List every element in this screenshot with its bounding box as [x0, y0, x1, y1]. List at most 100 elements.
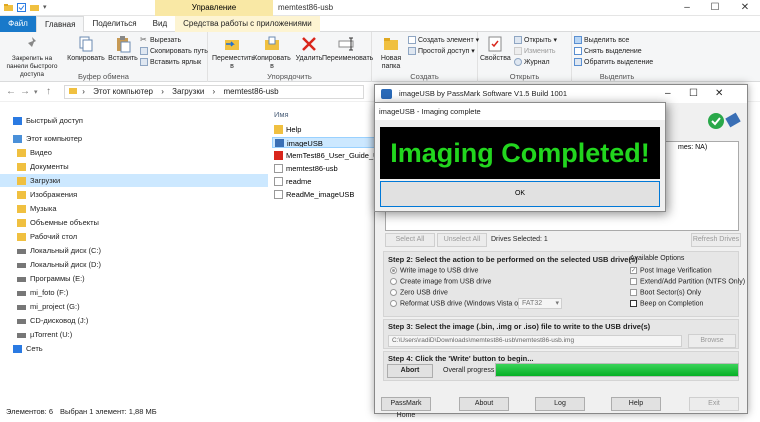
log-button[interactable]: Log	[535, 397, 585, 411]
breadcrumb-memtest[interactable]: memtest86-usb	[223, 87, 278, 96]
easy-access-button[interactable]: Простой доступ ▾	[408, 47, 475, 57]
refresh-drives-button[interactable]: Refresh Drives	[691, 233, 741, 247]
maximize-button[interactable]: ☐	[700, 0, 730, 16]
history-button[interactable]: Журнал	[514, 58, 550, 68]
properties-icon	[486, 35, 504, 53]
select-all-drives-button[interactable]: Select All	[385, 233, 435, 247]
move-to-button[interactable]: Переместить в	[212, 35, 255, 71]
radio-create-image[interactable]: Create image from USB drive	[390, 278, 491, 285]
drives-selected-label: Drives Selected: 1	[491, 236, 548, 243]
ok-button[interactable]: OK	[380, 181, 660, 207]
nav-item[interactable]: Загрузки	[0, 174, 268, 187]
nav-item[interactable]: Видео	[0, 146, 268, 159]
file-item[interactable]: readme	[272, 176, 380, 187]
checkbox-boot-sector[interactable]: Boot Sector(s) Only	[630, 289, 701, 296]
checkbox-post-verification[interactable]: ✓ Post Image Verification	[630, 267, 712, 274]
chevron-down-icon[interactable]: ▾	[43, 3, 52, 12]
copy-path-button[interactable]: Скопировать путь	[140, 47, 208, 57]
checkbox-icon: ✓	[630, 267, 637, 274]
minimize-button[interactable]: –	[672, 0, 702, 16]
exit-button[interactable]: Exit	[689, 397, 739, 411]
nav-item[interactable]: Документы	[0, 160, 268, 173]
rename-button[interactable]: Переименовать	[322, 35, 373, 63]
close-button[interactable]: ✕	[715, 85, 723, 103]
image-path-input[interactable]: C:\Users\radiD\Downloads\memtest86-usb\m…	[388, 335, 682, 347]
nav-item[interactable]: Изображения	[0, 188, 268, 201]
copy-to-button[interactable]: Копировать в	[252, 35, 292, 71]
address-box[interactable]: › Этот компьютер › Загрузки › memtest86-…	[64, 85, 364, 99]
file-item[interactable]: ReadMe_imageUSB	[272, 189, 380, 200]
nav-item[interactable]: Сеть	[0, 342, 268, 355]
nav-item[interactable]: µTorrent (U:)	[0, 328, 268, 341]
nav-item[interactable]: CD-дисковод (J:)	[0, 314, 268, 327]
new-item-button[interactable]: Создать элемент ▾	[408, 36, 479, 46]
step2-label: Step 2: Select the action to be performe…	[388, 255, 638, 264]
properties-button[interactable]: Свойства	[480, 35, 511, 63]
history-icon	[514, 58, 522, 67]
abort-button[interactable]: Abort	[387, 364, 433, 378]
radio-icon	[390, 278, 397, 285]
nav-item[interactable]: Быстрый доступ	[0, 114, 268, 127]
breadcrumb-this-pc[interactable]: Этот компьютер	[93, 87, 153, 96]
invert-selection-button[interactable]: Обратить выделение	[574, 58, 653, 68]
checkbox-extend-partition[interactable]: Extend/Add Partition (NTFS Only)	[630, 278, 745, 285]
radio-reformat-drive[interactable]: Reformat USB drive (Windows Vista or lat…	[390, 300, 538, 307]
back-arrow-icon[interactable]: ←	[6, 86, 16, 97]
up-arrow-icon[interactable]: ↑	[46, 86, 51, 97]
select-all-button[interactable]: Выделить все	[574, 36, 629, 46]
new-folder-icon[interactable]	[30, 3, 39, 12]
tab-home[interactable]: Главная	[36, 16, 85, 32]
select-none-button[interactable]: Снять выделение	[574, 47, 642, 57]
nav-item[interactable]: Локальный диск (C:)	[0, 244, 268, 257]
nav-item[interactable]: Локальный диск (D:)	[0, 258, 268, 271]
nav-item[interactable]: Музыка	[0, 202, 268, 215]
checkbox-beep-completion[interactable]: Beep on Completion	[630, 300, 703, 307]
browse-button[interactable]: Browse	[688, 334, 736, 348]
nav-item[interactable]: Этот компьютер	[0, 132, 268, 145]
tab-share[interactable]: Поделиться	[84, 16, 144, 32]
radio-write-image[interactable]: Write image to USB drive	[390, 267, 478, 274]
column-header-name[interactable]: Имя	[274, 110, 289, 119]
clipboard-group: Закрепить на панели быстрого доступа Коп…	[0, 32, 208, 82]
edit-button[interactable]: Изменить	[514, 47, 556, 57]
file-list: Имя Help imageUSB MemTest86_User_Guide_UEF…	[268, 102, 380, 404]
computer-icon	[13, 135, 22, 143]
maximize-button[interactable]: ☐	[689, 85, 698, 103]
nav-item[interactable]: Рабочий стол	[0, 230, 268, 243]
forward-arrow-icon[interactable]: →	[20, 86, 30, 97]
file-item[interactable]: memtest86-usb	[272, 163, 380, 174]
file-item[interactable]: MemTest86_User_Guide_UEFI	[272, 150, 380, 161]
filesystem-select[interactable]: FAT32 ▾	[518, 298, 562, 309]
radio-zero-drive[interactable]: Zero USB drive	[390, 289, 448, 296]
delete-button[interactable]: Удалить	[294, 35, 324, 63]
close-button[interactable]: ✕	[730, 0, 760, 16]
context-tab-manage[interactable]: Управление	[155, 0, 273, 16]
minimize-button[interactable]: –	[665, 85, 671, 103]
new-folder-button[interactable]: Новая папка	[376, 35, 406, 71]
tab-view[interactable]: Вид	[145, 16, 175, 32]
organize-group-label: Упорядочить	[267, 72, 312, 81]
tab-app-tools[interactable]: Средства работы с приложениями	[175, 16, 320, 32]
help-button[interactable]: Help	[611, 397, 661, 411]
check-icon[interactable]	[17, 3, 26, 12]
file-item[interactable]: imageUSB	[272, 137, 380, 148]
cut-button[interactable]: ✂ Вырезать	[140, 36, 181, 46]
nav-item[interactable]: mi_project (G:)	[0, 300, 268, 313]
file-item[interactable]: Help	[272, 124, 380, 135]
about-button[interactable]: About	[459, 397, 509, 411]
copy-button[interactable]: Копировать	[66, 35, 106, 63]
paste-shortcut-button[interactable]: Вставить ярлык	[140, 58, 201, 68]
create-group: Новая папка Создать элемент ▾ Простой до…	[372, 32, 479, 82]
nav-item[interactable]: Объемные объекты	[0, 216, 268, 229]
tab-file[interactable]: Файл	[0, 16, 36, 32]
open-button[interactable]: Открыть ▾	[514, 36, 557, 46]
radio-icon	[390, 289, 397, 296]
passmark-home-button[interactable]: PassMark Home	[381, 397, 431, 419]
nav-item[interactable]: Программы (E:)	[0, 272, 268, 285]
unselect-all-drives-button[interactable]: Unselect All	[437, 233, 487, 247]
nav-item[interactable]: mi_foto (F:)	[0, 286, 268, 299]
chevron-down-icon[interactable]: ▾	[34, 88, 38, 96]
paste-button[interactable]: Вставить	[106, 35, 140, 63]
breadcrumb-downloads[interactable]: Загрузки	[172, 87, 204, 96]
clipboard-group-label: Буфер обмена	[78, 72, 129, 81]
